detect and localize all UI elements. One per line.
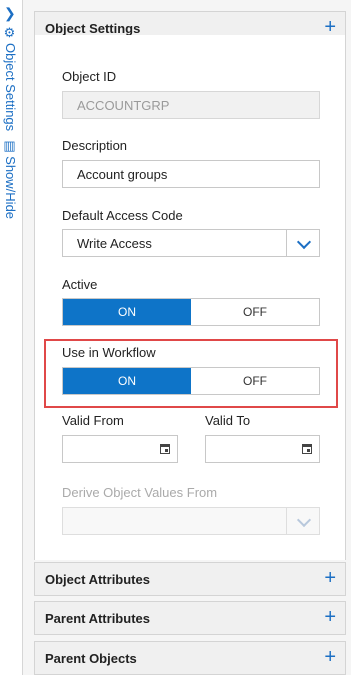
parent-objects-title: Parent Objects [45,651,137,666]
derive-object-values-select [62,507,320,535]
parent-objects-header[interactable]: Parent Objects + [34,641,346,675]
expand-plus-icon[interactable]: + [324,17,336,37]
side-rail: ❯ ⚙ Object Settings ▥Show/Hide [0,0,23,675]
description-field[interactable]: Account groups [62,160,320,188]
parent-attributes-header[interactable]: Parent Attributes + [34,601,346,635]
gear-icon: ⚙ [3,26,18,41]
active-label: Active [62,277,98,292]
main-panel: Object Settings + Object ID ACCOUNTGRP D… [23,0,351,675]
object-attributes-title: Object Attributes [45,572,150,587]
valid-from-label: Valid From [62,413,124,428]
valid-from-date-input[interactable] [62,435,178,463]
columns-icon: ▥ [3,139,18,155]
default-access-code-label: Default Access Code [62,208,183,223]
object-id-field: ACCOUNTGRP [62,91,320,119]
description-label: Description [62,138,128,153]
object-id-label: Object ID [62,69,117,84]
dropdown-button [286,507,320,535]
chevron-down-icon [296,512,312,528]
valid-to-label: Valid To [205,413,251,428]
active-off-option[interactable]: OFF [191,299,319,325]
default-access-code-value: Write Access [77,236,152,251]
chevron-down-icon [296,234,312,250]
default-access-code-select[interactable]: Write Access [62,229,320,257]
expand-plus-icon[interactable]: + [324,647,336,667]
active-on-option[interactable]: ON [63,299,191,325]
calendar-icon[interactable] [160,444,170,454]
expand-plus-icon[interactable]: + [324,607,336,627]
rail-vertical-labels: ⚙ Object Settings ▥Show/Hide [3,26,18,219]
calendar-icon[interactable] [302,444,312,454]
dropdown-button[interactable] [286,229,320,257]
valid-to-date-input[interactable] [205,435,320,463]
object-attributes-header[interactable]: Object Attributes + [34,562,346,596]
active-toggle: ON OFF [62,298,320,326]
rail-show-hide-label[interactable]: Show/Hide [3,156,18,219]
expand-plus-icon[interactable]: + [324,568,336,588]
derive-object-values-label: Derive Object Values From [62,485,218,500]
rail-object-settings-label[interactable]: Object Settings [3,43,18,131]
workflow-highlight-box [44,339,338,408]
collapse-chevron-icon[interactable]: ❯ [4,6,16,20]
parent-attributes-title: Parent Attributes [45,611,150,626]
object-settings-title: Object Settings [45,21,141,36]
